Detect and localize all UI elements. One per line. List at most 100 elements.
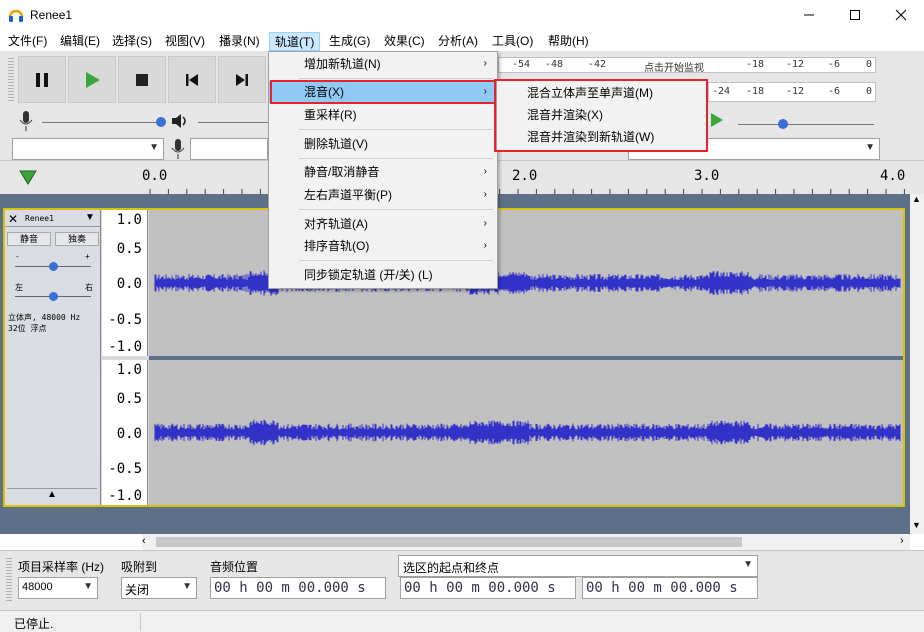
play-speed-slider[interactable] bbox=[738, 124, 874, 125]
tracks-menu-dropdown: 增加新轨道(N) › 混音(X) › 重采样(R) 删除轨道(V) 静音/取消静音 ›… bbox=[268, 51, 498, 289]
submenu-arrow-icon: › bbox=[483, 218, 487, 229]
menu-tracks[interactable]: 轨道(T) bbox=[269, 32, 321, 51]
waveform-right bbox=[154, 419, 901, 446]
timeline-label: 4.0 bbox=[880, 168, 906, 184]
menu-item-pan[interactable]: 左右声道平衡(P) › bbox=[269, 184, 497, 206]
audacity-logo-icon bbox=[8, 9, 24, 22]
track-format-info: 立体声, 48000 Hz bbox=[8, 313, 81, 322]
menu-separator bbox=[299, 158, 493, 159]
menu-view[interactable]: 视图(V) bbox=[165, 32, 205, 51]
microphone-icon bbox=[171, 139, 185, 159]
record-meter-hint[interactable]: 点击开始监视 bbox=[644, 59, 704, 74]
scroll-left-icon[interactable]: ‹ bbox=[142, 535, 146, 547]
selection-start-field[interactable]: 00 h 00 m 00.000 s bbox=[400, 577, 576, 599]
menu-edit[interactable]: 编辑(E) bbox=[60, 32, 100, 51]
menu-transport[interactable]: 播录(N) bbox=[219, 32, 260, 51]
menu-item-label: 删除轨道(V) bbox=[304, 137, 368, 151]
menu-generate[interactable]: 生成(G) bbox=[329, 32, 370, 51]
project-rate-select[interactable]: 48000 ▼ bbox=[18, 577, 98, 599]
menu-item-label: 静音/取消静音 bbox=[304, 165, 380, 179]
menu-tools[interactable]: 工具(O) bbox=[492, 32, 533, 51]
menu-item-sort-tracks[interactable]: 排序音轨(O) › bbox=[269, 235, 497, 257]
play-button[interactable] bbox=[68, 56, 116, 103]
pan-left-label: 左 bbox=[15, 283, 23, 292]
mute-button[interactable]: 静音 bbox=[7, 232, 51, 246]
menu-separator bbox=[299, 78, 493, 79]
record-meter-tick: 0 bbox=[866, 59, 873, 70]
menu-item-remove-tracks[interactable]: 删除轨道(V) bbox=[269, 133, 497, 155]
recording-volume-thumb[interactable] bbox=[156, 117, 166, 127]
submenu-arrow-icon: › bbox=[483, 166, 487, 177]
menu-item-add-new-track[interactable]: 增加新轨道(N) › bbox=[269, 53, 497, 75]
track-close-icon[interactable]: ✕ bbox=[8, 212, 18, 226]
timeline-options-icon[interactable] bbox=[18, 168, 38, 186]
pause-button[interactable] bbox=[18, 56, 66, 103]
scroll-down-icon[interactable]: ▼ bbox=[912, 520, 921, 530]
scale-label: -0.5 bbox=[108, 312, 142, 328]
playback-meter-tick: 0 bbox=[866, 86, 873, 97]
scale-label: 1.0 bbox=[116, 212, 142, 228]
menu-item-resample[interactable]: 重采样(R) bbox=[269, 104, 497, 126]
toolbar-grip[interactable] bbox=[8, 56, 14, 103]
scale-label: -0.5 bbox=[108, 461, 142, 477]
waveform-channel-right[interactable] bbox=[149, 360, 903, 505]
status-divider bbox=[140, 613, 141, 631]
project-rate-value: 48000 bbox=[22, 581, 53, 593]
audio-host-select[interactable]: ▼ bbox=[12, 138, 164, 160]
vertical-scrollbar[interactable]: ▲ ▼ bbox=[910, 194, 924, 534]
pan-slider-thumb[interactable] bbox=[49, 292, 58, 301]
scale-label: 0.0 bbox=[116, 426, 142, 442]
menu-item-sync-lock[interactable]: 同步锁定轨道 (开/关) (L) bbox=[269, 264, 497, 286]
maximize-icon bbox=[850, 10, 860, 20]
selection-mode-select[interactable]: 选区的起点和终点 ▼ bbox=[398, 555, 758, 577]
minimize-button[interactable] bbox=[786, 0, 832, 30]
close-icon bbox=[895, 9, 907, 21]
snap-to-select[interactable]: 关闭 ▼ bbox=[121, 577, 197, 599]
selection-toolbar-grip[interactable] bbox=[6, 556, 12, 602]
waveform-channel-left[interactable] bbox=[149, 210, 903, 356]
close-button[interactable] bbox=[878, 0, 924, 30]
track-menu-dropdown-icon[interactable]: ▼ bbox=[85, 212, 95, 223]
timeline-label: 2.0 bbox=[512, 168, 538, 184]
skip-start-button[interactable] bbox=[168, 56, 216, 103]
track-name-button[interactable]: Renee1 bbox=[25, 214, 54, 223]
skip-start-icon bbox=[186, 73, 198, 86]
submenu-arrow-icon: › bbox=[483, 58, 487, 69]
timeline-label: 0.0 bbox=[142, 168, 168, 184]
mix-highlight-box bbox=[270, 80, 498, 104]
solo-button[interactable]: 独奏 bbox=[55, 232, 99, 246]
horizontal-scroll-thumb[interactable] bbox=[156, 537, 742, 547]
horizontal-scrollbar[interactable]: ‹ › bbox=[142, 534, 910, 550]
scale-label: 0.5 bbox=[116, 391, 142, 407]
selection-end-field[interactable]: 00 h 00 m 00.000 s bbox=[582, 577, 758, 599]
recording-device-select[interactable] bbox=[190, 138, 268, 160]
gain-slider-thumb[interactable] bbox=[49, 262, 58, 271]
stop-button[interactable] bbox=[118, 56, 166, 103]
menu-effect[interactable]: 效果(C) bbox=[384, 32, 425, 51]
menu-help[interactable]: 帮助(H) bbox=[548, 32, 589, 51]
skip-end-button[interactable] bbox=[218, 56, 266, 103]
menu-item-label: 同步锁定轨道 (开/关) (L) bbox=[304, 268, 433, 282]
audio-position-field[interactable]: 00 h 00 m 00.000 s bbox=[210, 577, 386, 599]
audio-position-label: 音频位置 bbox=[210, 560, 259, 574]
playback-volume-slider[interactable] bbox=[198, 122, 268, 123]
track-sample-format: 32位 浮点 bbox=[8, 324, 47, 333]
recording-volume-slider[interactable] bbox=[42, 122, 162, 123]
record-meter-tick: -54 bbox=[512, 59, 531, 70]
collapse-track-icon[interactable]: ▲ bbox=[7, 488, 97, 502]
scroll-right-icon[interactable]: › bbox=[900, 535, 904, 547]
snap-to-value: 关闭 bbox=[125, 583, 150, 597]
scroll-up-icon[interactable]: ▲ bbox=[912, 194, 921, 204]
play-speed-thumb[interactable] bbox=[778, 119, 788, 129]
menu-select[interactable]: 选择(S) bbox=[112, 32, 152, 51]
menu-item-mute-unmute[interactable]: 静音/取消静音 › bbox=[269, 161, 497, 183]
play-at-speed-icon[interactable] bbox=[710, 112, 724, 128]
play-icon bbox=[86, 71, 100, 88]
menu-separator bbox=[299, 129, 493, 130]
menu-analyze[interactable]: 分析(A) bbox=[438, 32, 478, 51]
menu-file[interactable]: 文件(F) bbox=[8, 32, 47, 51]
playback-meter-tick: -18 bbox=[746, 86, 765, 97]
maximize-button[interactable] bbox=[832, 0, 878, 30]
timeline-label: 3.0 bbox=[694, 168, 720, 184]
menu-item-align-tracks[interactable]: 对齐轨道(A) › bbox=[269, 213, 497, 235]
